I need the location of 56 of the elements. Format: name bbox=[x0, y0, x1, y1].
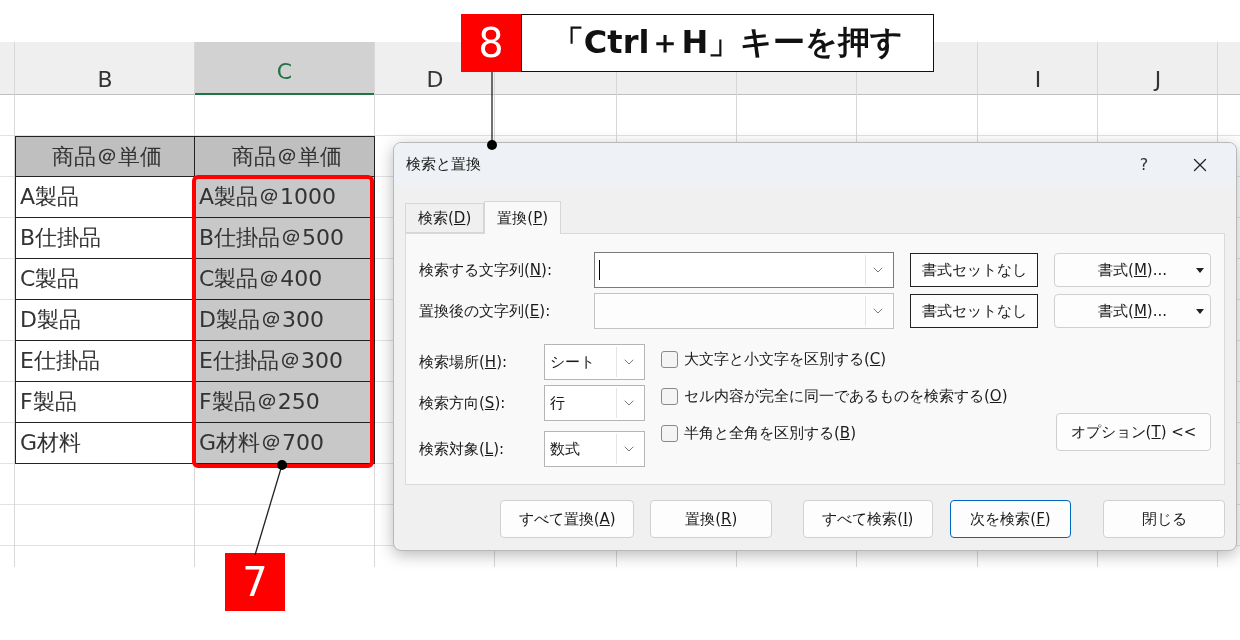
callout-text: 「Ctrl＋H」キーを押す bbox=[521, 14, 934, 72]
checkbox-label: セル内容が完全に同一であるものを検索する(O) bbox=[684, 386, 1008, 406]
options-button[interactable]: オプション(T) << bbox=[1056, 413, 1211, 451]
column-header[interactable]: B bbox=[97, 55, 113, 95]
field-label: 置換後の文字列(E): bbox=[419, 301, 551, 321]
table-cell: F製品 bbox=[15, 382, 195, 423]
checkbox[interactable] bbox=[661, 424, 678, 442]
table-cell: D製品 bbox=[15, 300, 195, 341]
checkbox-label: 大文字と小文字を区別する(C) bbox=[684, 349, 887, 369]
format-button[interactable]: 書式(M)... bbox=[1054, 253, 1211, 287]
format-button[interactable]: 書式(M)... bbox=[1054, 294, 1211, 328]
column-header[interactable]: J bbox=[1154, 55, 1162, 95]
dialog-button[interactable]: すべて置換(A) bbox=[500, 500, 635, 538]
column-header[interactable]: D bbox=[426, 55, 444, 95]
dialog-button[interactable]: 次を検索(F) bbox=[949, 500, 1072, 538]
checkbox[interactable] bbox=[661, 350, 678, 368]
table-cell: F製品＠250 bbox=[195, 382, 375, 423]
window-title: 検索と置換 bbox=[406, 155, 482, 174]
dialog-button[interactable]: 閉じる bbox=[1103, 500, 1226, 538]
tab[interactable]: 置換(P) bbox=[484, 201, 562, 234]
input-field[interactable] bbox=[594, 293, 894, 329]
table-cell: C製品＠400 bbox=[195, 259, 375, 300]
table-cell: E仕掛品 bbox=[15, 341, 195, 382]
dialog-button[interactable]: 置換(R) bbox=[650, 500, 773, 538]
table-cell: C製品 bbox=[15, 259, 195, 300]
caret-icon bbox=[1196, 268, 1204, 273]
dropdown[interactable]: シート bbox=[544, 344, 645, 380]
column-header[interactable]: C bbox=[195, 42, 374, 95]
field-label: 検索する文字列(N): bbox=[419, 260, 552, 280]
checkbox-label: 半角と全角を区別する(B) bbox=[684, 423, 856, 443]
table-cell: E仕掛品＠300 bbox=[195, 341, 375, 382]
table-cell: A製品 bbox=[15, 177, 195, 218]
table-cell: G材料＠700 bbox=[195, 423, 375, 464]
step-badge: 8 bbox=[461, 14, 521, 72]
dropdown[interactable]: 数式 bbox=[544, 431, 645, 467]
dialog-button[interactable]: すべて検索(I) bbox=[803, 500, 933, 538]
checkbox[interactable] bbox=[661, 387, 678, 405]
caret-icon bbox=[1196, 309, 1204, 314]
table-cell: A製品＠1000 bbox=[195, 177, 375, 218]
field-label: 検索方向(S): bbox=[419, 393, 506, 413]
table-cell: G材料 bbox=[15, 423, 195, 464]
input-field[interactable] bbox=[594, 252, 894, 288]
field-label: 検索対象(L): bbox=[419, 439, 505, 459]
dropdown[interactable]: 行 bbox=[544, 385, 645, 421]
clear-format-button[interactable]: 書式セットなし bbox=[910, 294, 1038, 328]
table-cell: B仕掛品 bbox=[15, 218, 195, 259]
tab[interactable]: 検索(D) bbox=[405, 203, 485, 233]
column-header[interactable]: I bbox=[1034, 55, 1042, 95]
table-cell: B仕掛品＠500 bbox=[195, 218, 375, 259]
step-badge: 7 bbox=[225, 553, 285, 611]
clear-format-button[interactable]: 書式セットなし bbox=[910, 253, 1038, 287]
column-header-cell: 商品＠単価 bbox=[15, 136, 195, 177]
table-cell: D製品＠300 bbox=[195, 300, 375, 341]
column-header-cell: 商品＠単価 bbox=[195, 136, 375, 177]
field-label: 検索場所(H): bbox=[419, 352, 508, 372]
help-button[interactable]: ? bbox=[1124, 144, 1164, 185]
